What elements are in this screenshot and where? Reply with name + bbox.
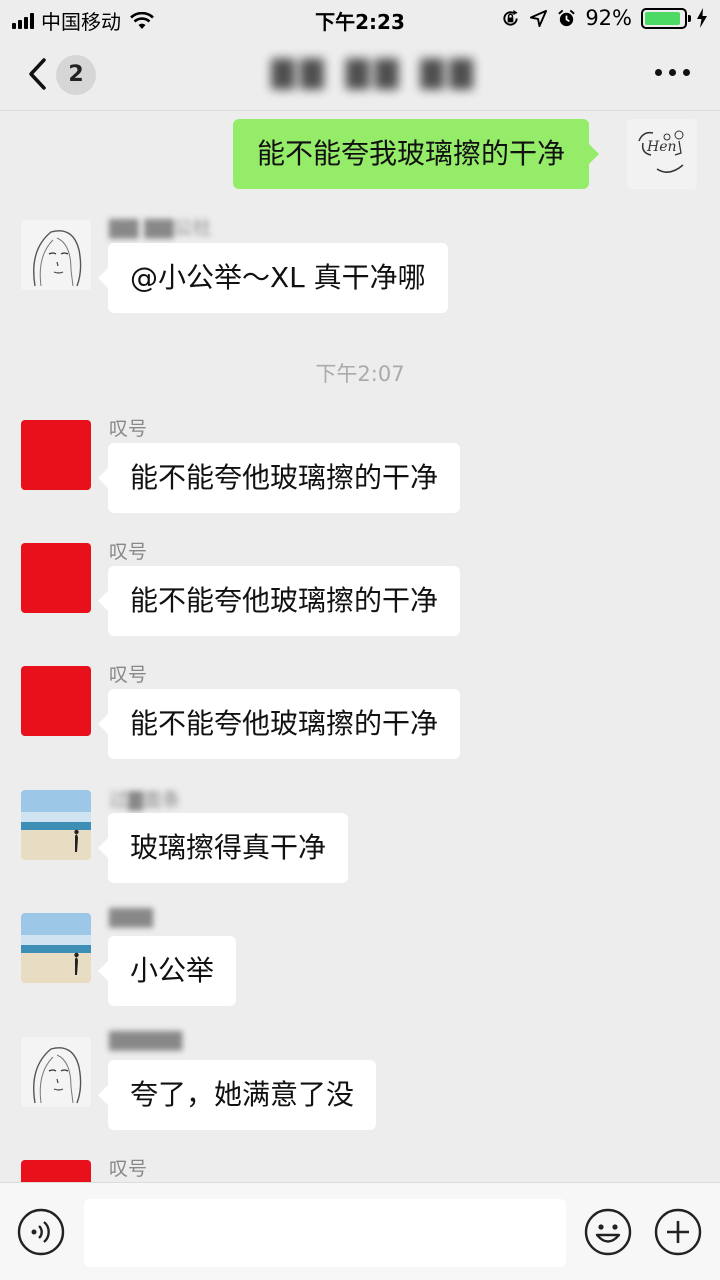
sender-avatar-red[interactable] [21,543,91,613]
sender-name: ▇▇▇▇▇ [109,1029,183,1051]
chat-title: ▇▇ ▇▇ ▇▇ [271,55,479,90]
rotation-lock-icon [503,9,518,26]
message-bubble[interactable]: @小公举～XL 真干净哪 [98,243,448,313]
message-timestamp: 下午2:07 [315,362,405,386]
sender-name: ▇▇▇ [109,906,153,928]
location-icon [530,9,548,27]
message-bubble[interactable]: 玻璃擦得真干净 [97,813,349,883]
sketch-portrait-icon [33,230,82,287]
message-input[interactable] [84,1199,566,1267]
message-bubble[interactable]: 能不能夸他玻璃擦的干净 [97,689,461,759]
input-bar [0,1182,720,1280]
message-bubble[interactable]: 小公举 [97,936,237,1006]
sender-name: 叹号 [109,664,148,686]
sender-name: 过▇面条 [109,789,181,811]
sender-avatar-red[interactable] [21,420,91,490]
self-avatar[interactable]: Hen [627,119,697,189]
more-icon[interactable] [655,69,690,76]
sender-avatar-sketch[interactable] [21,1037,91,1107]
message-bubble[interactable]: 夸了，她满意了没 [97,1060,377,1130]
sender-name: 叹号 [109,418,148,440]
sender-name: ▇▇ ▇▇公社 [109,217,212,239]
sender-avatar-beach[interactable] [21,913,91,983]
plus-icon[interactable] [654,1208,702,1256]
sender-avatar-sketch[interactable] [21,220,91,290]
beach-photo-icon [21,790,91,860]
message-bubble-outgoing[interactable]: 能不能夸我玻璃擦的干净 [233,119,600,189]
svg-text:Hen: Hen [646,139,677,155]
voice-icon[interactable] [17,1208,65,1256]
sender-avatar-red[interactable] [21,666,91,736]
back-icon[interactable] [24,54,50,94]
beach-photo-icon [21,913,91,983]
battery-icon [641,7,691,29]
status-right: 92% [501,6,708,30]
battery-percent: 92% [585,6,632,30]
status-bar: 中国移动 下午2:23 92% [0,0,720,36]
sender-avatar-beach[interactable] [21,790,91,860]
sender-name: 叹号 [109,1158,148,1180]
sketch-face-icon: Hen [638,130,684,173]
charging-icon [697,8,707,28]
message-bubble[interactable]: 能不能夸他玻璃擦的干净 [97,566,461,636]
sketch-portrait-icon [33,1047,82,1104]
alarm-icon [558,9,576,26]
nav-bar: 2 ▇▇ ▇▇ ▇▇ [0,36,720,111]
sender-name: 叹号 [109,541,148,563]
unread-count-badge[interactable]: 2 [56,55,96,95]
emoji-icon[interactable] [584,1208,632,1256]
message-bubble[interactable]: 能不能夸他玻璃擦的干净 [97,443,461,513]
